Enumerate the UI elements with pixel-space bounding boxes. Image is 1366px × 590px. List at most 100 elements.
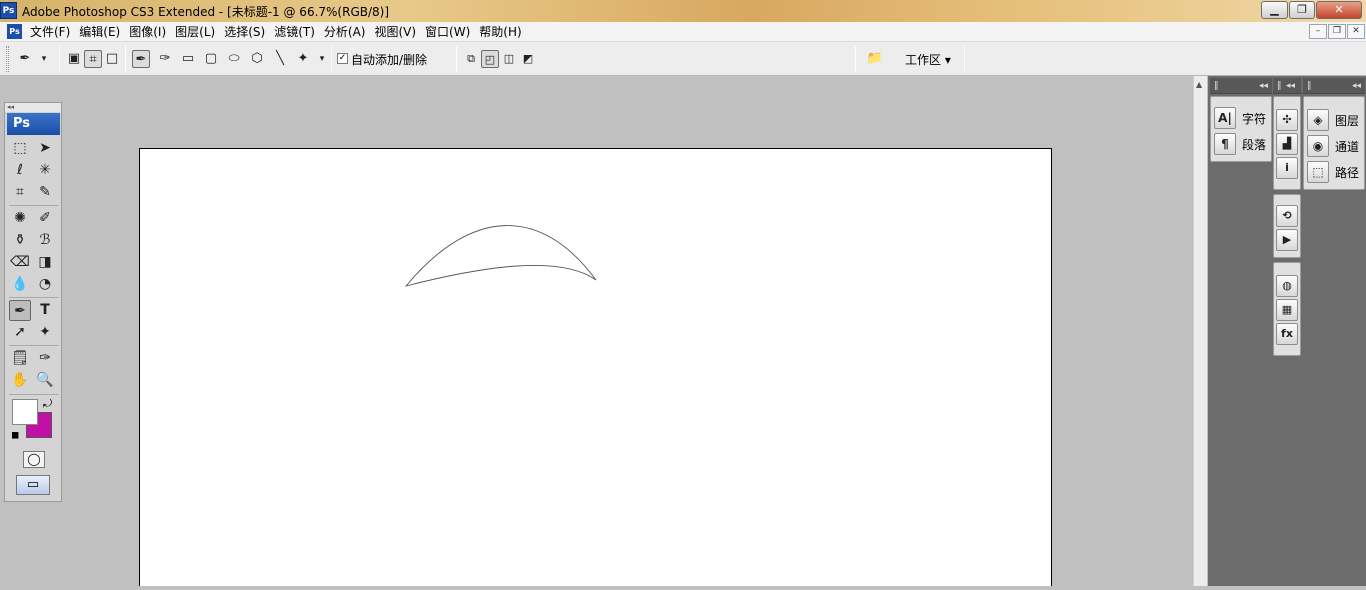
swatches-icon[interactable]: ◍ xyxy=(1276,275,1298,297)
options-bar: ✒ ▾ ▣ ⌗ □ ✒ ✑ ▭ ▢ ⬭ ⬡ ╲ ✦ ▾ ✓ 自动添加/删除 ⧉ … xyxy=(0,42,1366,76)
menu-window[interactable]: 窗口(W) xyxy=(423,24,477,40)
brush-tool-icon[interactable]: ✐ xyxy=(34,208,56,229)
shape-layers-icon[interactable]: ▣ xyxy=(65,50,83,68)
polygon-tool-icon[interactable]: ⬡ xyxy=(248,50,266,68)
hand-tool-icon[interactable]: ✋ xyxy=(9,370,31,391)
history-brush-icon[interactable]: ℬ xyxy=(34,230,56,251)
title-bar: Ps Adobe Photoshop CS3 Extended - [未标题-1… xyxy=(0,0,1366,22)
move-tool-icon[interactable]: ➤ xyxy=(34,138,56,159)
intersect-paths-icon[interactable]: ◫ xyxy=(500,50,518,68)
zoom-tool-icon[interactable]: 🔍 xyxy=(34,370,56,391)
restore-button[interactable]: ❐ xyxy=(1289,1,1315,19)
scroll-up-icon[interactable]: ▲ xyxy=(1196,80,1202,89)
swap-colors-icon[interactable]: ⤾ xyxy=(43,397,52,411)
vertical-scrollbar[interactable]: ▲ xyxy=(1193,76,1207,586)
history-icon[interactable]: ⟲ xyxy=(1276,205,1298,227)
subtract-paths-icon[interactable]: ◰ xyxy=(481,50,499,68)
toolbox-grip[interactable]: ◂◂ xyxy=(5,103,61,112)
menu-file[interactable]: 文件(F) xyxy=(28,24,77,40)
foreground-color-swatch[interactable] xyxy=(12,399,38,425)
notes-tool-icon[interactable]: 🗒 xyxy=(9,348,31,369)
menu-layer[interactable]: 图层(L) xyxy=(173,24,222,40)
info-icon[interactable]: i xyxy=(1276,157,1298,179)
menu-view[interactable]: 视图(V) xyxy=(372,24,423,40)
pen-tool-icon[interactable]: ✒ xyxy=(132,50,150,68)
paths-panel-button[interactable]: ⬚ 路径 xyxy=(1304,159,1364,185)
custom-shape-icon[interactable]: ✦ xyxy=(294,50,312,68)
paragraph-panel-button[interactable]: ¶ 段落 xyxy=(1211,131,1271,157)
actions-icon[interactable]: ▶ xyxy=(1276,229,1298,251)
document-icon: Ps xyxy=(7,24,22,39)
collapse-icon[interactable]: ◂◂ xyxy=(1286,78,1302,94)
marquee-tool-icon[interactable]: ⬚ xyxy=(9,138,31,159)
menu-filter[interactable]: 滤镜(T) xyxy=(272,24,322,40)
path-selection-icon[interactable]: ➚ xyxy=(9,322,31,343)
navigator-icon[interactable]: ✣ xyxy=(1276,109,1298,131)
grid-icon[interactable]: ▦ xyxy=(1276,299,1298,321)
character-panel-button[interactable]: A| 字符 xyxy=(1211,105,1271,131)
separator xyxy=(59,46,60,72)
histogram-icon[interactable]: ▟ xyxy=(1276,133,1298,155)
dodge-tool-icon[interactable]: ◔ xyxy=(34,274,56,295)
fill-pixels-icon[interactable]: □ xyxy=(103,50,121,68)
combine-paths-icon[interactable]: ⧉ xyxy=(462,50,480,68)
close-button[interactable]: ✕ xyxy=(1316,1,1362,19)
panel-column-header-3[interactable]: ‖ ◂◂ xyxy=(1303,78,1365,94)
quick-mask-icon[interactable]: ◯ xyxy=(23,451,45,468)
tool-separator xyxy=(9,297,59,298)
healing-brush-icon[interactable]: ✺ xyxy=(9,208,31,229)
toolbox-ps-badge[interactable]: Ps xyxy=(7,113,60,135)
options-bar-grip[interactable] xyxy=(6,46,9,72)
rectangle-tool-icon[interactable]: ▭ xyxy=(179,50,197,68)
doc-restore-button[interactable]: ❐ xyxy=(1328,24,1346,39)
gradient-tool-icon[interactable]: ◨ xyxy=(34,252,56,273)
paragraph-label: 段落 xyxy=(1242,137,1267,152)
bridge-icon[interactable]: 📁 xyxy=(863,50,887,68)
styles-icon[interactable]: fx xyxy=(1276,323,1298,345)
exclude-paths-icon[interactable]: ◩ xyxy=(519,50,537,68)
doc-close-button[interactable]: ✕ xyxy=(1347,24,1365,39)
minimize-button[interactable]: ▁ xyxy=(1261,1,1288,19)
eraser-tool-icon[interactable]: ⌫ xyxy=(9,252,31,273)
doc-minimize-button[interactable]: – xyxy=(1309,24,1327,39)
panel-group-navigator: ✣ ▟ i xyxy=(1273,96,1301,190)
custom-shape-tool-icon[interactable]: ✦ xyxy=(34,322,56,343)
eyedropper-tool-icon[interactable]: ✑ xyxy=(34,348,56,369)
magic-wand-tool-icon[interactable]: ✳ xyxy=(34,160,56,181)
rounded-rectangle-icon[interactable]: ▢ xyxy=(202,50,220,68)
photoshop-app-icon: Ps xyxy=(0,2,17,19)
auto-add-delete-checkbox[interactable]: ✓ xyxy=(337,53,348,64)
panel-column-header-1[interactable]: ‖ ◂◂ xyxy=(1210,78,1272,94)
default-colors-icon[interactable]: ◼ xyxy=(11,430,19,441)
slice-tool-icon[interactable]: ✎ xyxy=(34,182,56,203)
panel-group-character: A| 字符 ¶ 段落 xyxy=(1210,96,1272,162)
blur-tool-icon[interactable]: 💧 xyxy=(9,274,31,295)
panel-group-swatches: ◍ ▦ fx xyxy=(1273,262,1301,356)
menu-edit[interactable]: 编辑(E) xyxy=(77,24,127,40)
preset-dropdown-icon[interactable]: ▾ xyxy=(38,50,50,68)
ellipse-tool-icon[interactable]: ⬭ xyxy=(225,50,243,68)
clone-stamp-icon[interactable]: ⚱ xyxy=(9,230,31,251)
type-tool-icon[interactable]: T xyxy=(34,300,56,321)
paths-mode-icon[interactable]: ⌗ xyxy=(84,50,102,68)
layers-panel-button[interactable]: ◈ 图层 xyxy=(1304,107,1364,133)
channels-icon: ◉ xyxy=(1307,135,1329,157)
tool-separator xyxy=(9,205,59,206)
crop-tool-icon[interactable]: ⌗ xyxy=(9,182,31,203)
line-tool-icon[interactable]: ╲ xyxy=(271,50,289,68)
channels-panel-button[interactable]: ◉ 通道 xyxy=(1304,133,1364,159)
freeform-pen-icon[interactable]: ✑ xyxy=(156,50,174,68)
menu-image[interactable]: 图像(I) xyxy=(127,24,173,40)
menu-analysis[interactable]: 分析(A) xyxy=(322,24,373,40)
menu-select[interactable]: 选择(S) xyxy=(222,24,272,40)
workspace-menu[interactable]: 工作区 ▾ xyxy=(905,51,951,68)
pen-tool-icon[interactable]: ✒ xyxy=(9,300,31,321)
menu-help[interactable]: 帮助(H) xyxy=(477,24,528,40)
paragraph-icon: ¶ xyxy=(1214,133,1236,155)
document-canvas[interactable] xyxy=(139,148,1052,586)
shape-options-dropdown-icon[interactable]: ▾ xyxy=(316,50,328,68)
paths-icon: ⬚ xyxy=(1307,161,1329,183)
lasso-tool-icon[interactable]: ℓ xyxy=(9,160,31,181)
screen-mode-icon[interactable]: ▭ xyxy=(16,475,50,495)
pen-tool-preset-icon[interactable]: ✒ xyxy=(16,50,34,68)
